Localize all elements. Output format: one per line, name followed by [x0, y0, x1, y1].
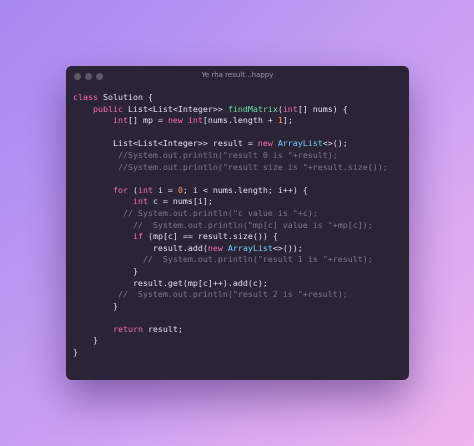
code-comment: // System.out.println("result 2 is "+res…	[73, 289, 348, 300]
code-token: public	[92, 103, 128, 114]
code-token: int	[132, 196, 153, 207]
code-token: ArrayList	[277, 138, 323, 149]
code-comment: // System.out.println("result 1 is "+res…	[73, 254, 373, 265]
code-comment: // System.out.println("mp[c] value is "+…	[73, 219, 373, 230]
code-line: }	[73, 347, 409, 359]
code-line: }	[73, 301, 409, 313]
code-line: if (mp[c] == result.size()) {	[73, 231, 409, 243]
code-line: public List<List<Integer>> findMatrix(in…	[73, 104, 409, 116]
code-token: result.get(mp[c]++).add(c);	[73, 277, 268, 288]
code-line: for (int i = 0; i < nums.length; i++) {	[73, 185, 409, 197]
code-line: result.get(mp[c]++).add(c);	[73, 278, 409, 290]
code-token: }	[73, 335, 98, 346]
code-line: }	[73, 266, 409, 278]
code-line: result.add(new ArrayList<>());	[73, 243, 409, 255]
code-token: List<List<Integer>>	[127, 103, 228, 114]
code-token: [] mp =	[127, 115, 168, 126]
code-token: ArrayList	[227, 242, 273, 253]
code-line: List<List<Integer>> result = new ArrayLi…	[73, 138, 409, 150]
code-token: c = nums[i];	[152, 196, 213, 207]
code-token: <>();	[322, 138, 348, 149]
window-title: Ye rha result...happy	[201, 71, 274, 79]
code-token: result;	[147, 323, 183, 334]
code-line: // System.out.println("result 2 is "+res…	[73, 289, 409, 301]
code-token: ];	[282, 115, 293, 126]
code-token: if	[132, 231, 148, 242]
code-token: findMatrix	[227, 103, 278, 114]
code-comment: //System.out.println("result size is "+r…	[73, 161, 388, 172]
code-line: // System.out.println("mp[c] value is "+…	[73, 220, 409, 232]
code-token: return	[112, 323, 148, 334]
code-token: }	[73, 300, 118, 311]
code-line: int[] mp = new int[nums.length + 1];	[73, 115, 409, 127]
code-comment: //System.out.println("result 0 is "+resu…	[73, 149, 338, 160]
code-token: }	[73, 347, 78, 358]
code-token: ; i < nums.length; i++) {	[182, 184, 308, 195]
code-token: new	[257, 138, 278, 149]
code-token: class	[73, 92, 103, 102]
code-line: // System.out.println("c value is "+c);	[73, 208, 409, 220]
code-token: new	[207, 242, 228, 253]
code-token: [nums.length +	[202, 115, 278, 126]
code-line: //System.out.println("result size is "+r…	[73, 162, 409, 174]
code-token: for	[112, 184, 133, 195]
code-token: int	[112, 115, 128, 126]
code-token: }	[73, 265, 138, 276]
code-line: //System.out.println("result 0 is "+resu…	[73, 150, 409, 162]
code-line: return result;	[73, 324, 409, 336]
code-token: i =	[157, 184, 178, 195]
code-token: <>());	[272, 242, 303, 253]
code-token: int	[137, 184, 158, 195]
code-token: List<List<Integer>> result =	[73, 138, 258, 149]
code-token: [] nums) {	[297, 103, 348, 114]
code-token: int	[282, 103, 298, 114]
code-token: int	[187, 115, 203, 126]
code-line: int c = nums[i];	[73, 196, 409, 208]
code-comment: // System.out.println("c value is "+c);	[73, 207, 318, 218]
code-token: result.add(	[73, 242, 208, 253]
code-token: new	[167, 115, 188, 126]
window-titlebar: Ye rha result...happy	[66, 66, 409, 88]
code-line: class Solution {	[73, 92, 409, 104]
code-window: Ye rha result...happy class Solution { p…	[66, 66, 409, 380]
code-line: // System.out.println("result 1 is "+res…	[73, 254, 409, 266]
code-token: (mp[c] == result.size()) {	[147, 231, 278, 242]
code-token: Solution {	[102, 92, 153, 102]
code-line: }	[73, 335, 409, 347]
code-editor[interactable]: class Solution { public List<List<Intege…	[66, 88, 409, 359]
